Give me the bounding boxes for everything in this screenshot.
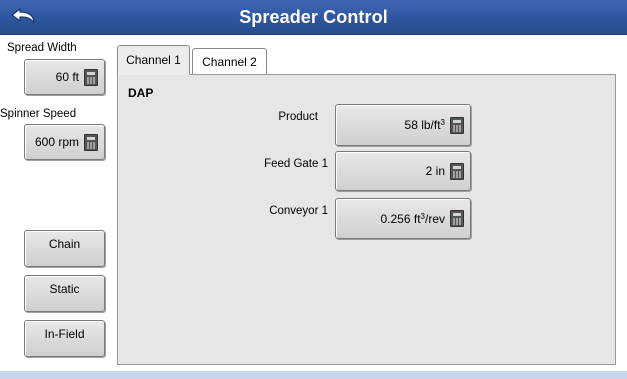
bottom-strip — [0, 371, 627, 379]
in-field-button-label: In-Field — [44, 326, 85, 341]
calculator-icon — [450, 162, 464, 180]
left-panel: Spread Width 60 ft Spinner Speed 600 rpm… — [0, 35, 112, 371]
conveyor-label: Conveyor 1 — [269, 205, 328, 217]
tab-channel-1[interactable]: Channel 1 — [117, 45, 190, 75]
in-field-button[interactable]: In-Field — [24, 320, 105, 357]
spreader-control-screen: Spreader Control Spread Width 60 ft Spin… — [0, 0, 627, 379]
product-rate-button[interactable]: 58 lb/ft3 — [335, 104, 471, 146]
spread-width-label: Spread Width — [7, 42, 77, 54]
feed-gate-label: Feed Gate 1 — [264, 158, 328, 170]
conveyor-value: 0.256 ft3/rev — [380, 211, 446, 226]
title-bar: Spreader Control — [0, 0, 627, 35]
calculator-icon — [84, 68, 98, 86]
spread-width-value: 60 ft — [55, 70, 79, 84]
feed-gate-button[interactable]: 2 in — [335, 151, 471, 191]
product-name: DAP — [128, 86, 154, 100]
product-rate-label: Product — [278, 111, 318, 123]
spread-width-button[interactable]: 60 ft — [24, 59, 105, 95]
spinner-speed-button[interactable]: 600 rpm — [24, 124, 105, 160]
spinner-speed-label: Spinner Speed — [0, 108, 77, 120]
tab-channel-2[interactable]: Channel 2 — [192, 48, 267, 75]
tab-channel-1-label: Channel 1 — [126, 53, 181, 67]
calculator-icon — [450, 116, 464, 134]
calculator-icon — [450, 210, 464, 227]
product-rate-value: 58 lb/ft3 — [404, 118, 445, 132]
spinner-speed-value: 600 rpm — [34, 135, 79, 149]
feed-gate-value: 2 in — [425, 164, 445, 178]
chain-button-label: Chain — [48, 236, 81, 251]
static-button-label: Static — [49, 281, 80, 296]
tab-channel-2-label: Channel 2 — [202, 55, 257, 69]
page-title: Spreader Control — [239, 7, 388, 27]
calculator-icon — [84, 133, 98, 151]
static-button[interactable]: Static — [24, 275, 105, 312]
conveyor-button[interactable]: 0.256 ft3/rev — [335, 198, 471, 239]
channel-panel: DAP Product 58 lb/ft3 Feed Gate 1 2 in C… — [117, 74, 616, 365]
chain-button[interactable]: Chain — [24, 230, 105, 267]
